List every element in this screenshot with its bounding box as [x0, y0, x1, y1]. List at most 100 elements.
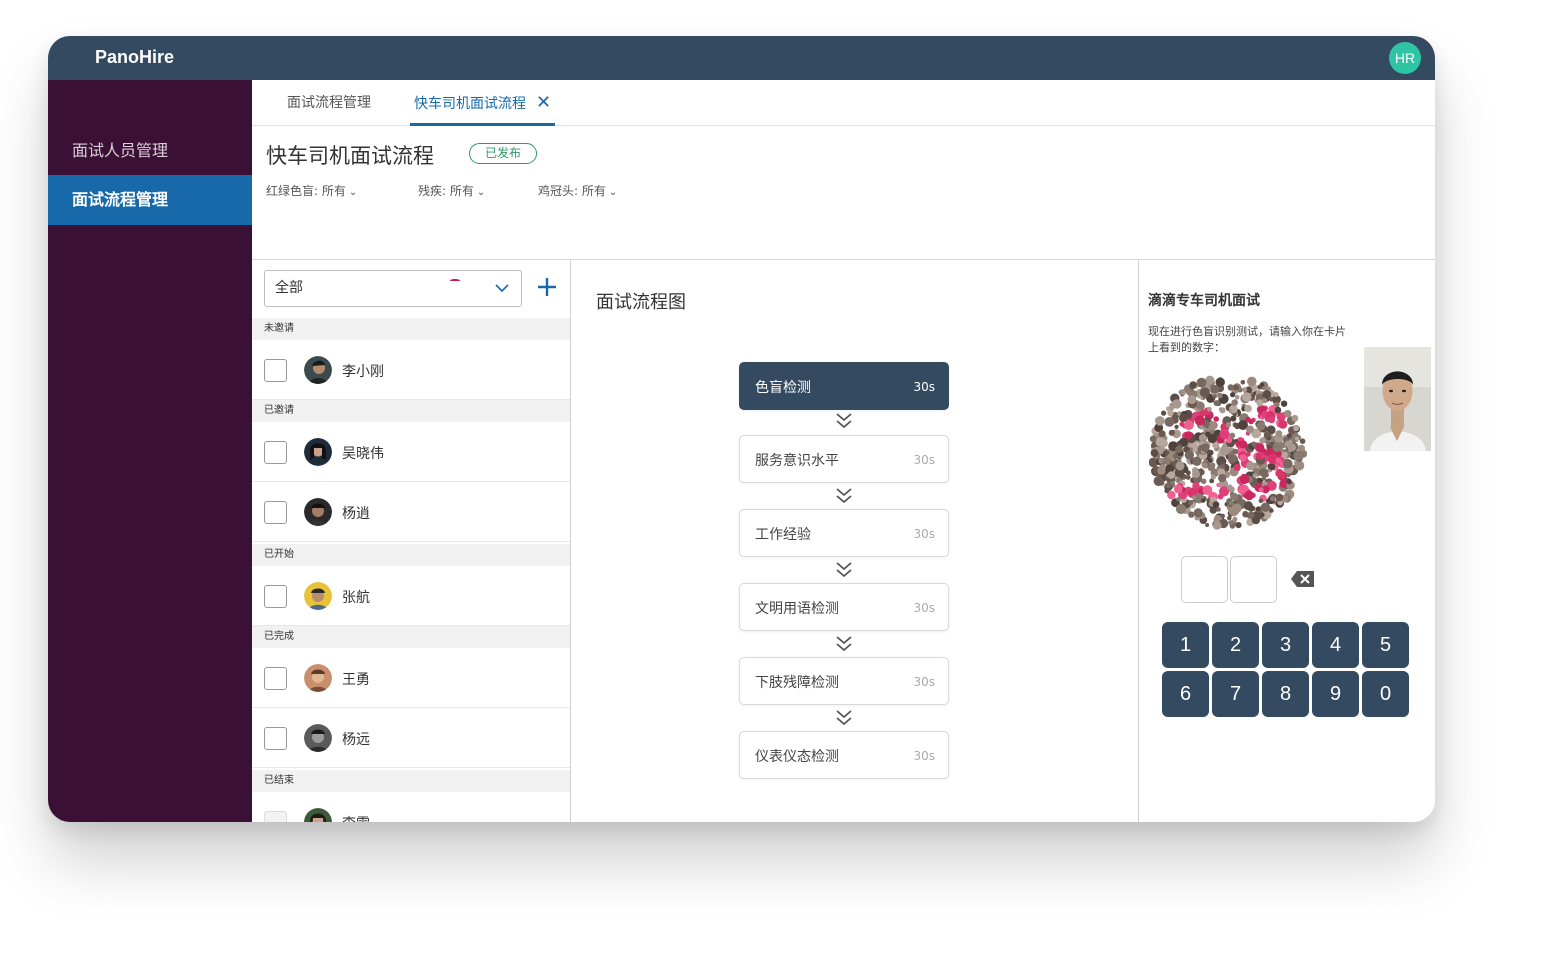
status-filter-select[interactable]: 全部: [264, 270, 522, 307]
status-badge: 已发布: [469, 143, 537, 164]
step-name: 下肢残障检测: [755, 675, 839, 691]
list-item[interactable]: 吴晓伟: [252, 422, 570, 482]
checkbox[interactable]: [264, 727, 287, 750]
tab-label: 面试流程管理: [287, 95, 371, 111]
plate-dot: [1282, 458, 1293, 469]
digit-input[interactable]: [1181, 556, 1228, 603]
digit-input[interactable]: [1230, 556, 1277, 603]
tab-label: 快车司机面试流程: [414, 96, 526, 112]
group-header: 已邀请: [252, 400, 570, 422]
plate-dot: [1179, 413, 1188, 423]
sidebar-item-candidates[interactable]: 面试人员管理: [48, 126, 252, 176]
flow-step[interactable]: 仪表仪态检测 30s: [739, 731, 949, 779]
plate-dot: [1175, 503, 1187, 515]
filter-hairstyle[interactable]: 鸡冠头: 所有 ⌄: [538, 182, 617, 199]
keypad-key-3[interactable]: 3: [1262, 622, 1309, 668]
plate-dot: [1230, 392, 1236, 398]
select-value: 全部: [275, 280, 303, 296]
plate-dot: [1189, 381, 1197, 389]
checkbox[interactable]: [264, 441, 287, 464]
flow-panel: 面试流程图 色盲检测 30s 服务意识水平 30s 工作经验 30s 文明用语检…: [572, 260, 1139, 822]
plate-dot: [1275, 469, 1284, 478]
plate-dot: [1244, 490, 1254, 501]
tab-process-management[interactable]: 面试流程管理: [287, 80, 371, 126]
instruction-line: 现在进行色盲识别测试，请输入你在卡片: [1148, 325, 1346, 338]
list-item[interactable]: 李雪: [252, 792, 570, 822]
flow-step[interactable]: 服务意识水平 30s: [739, 435, 949, 483]
user-avatar[interactable]: HR: [1389, 42, 1421, 74]
plate-dot: [1291, 414, 1299, 422]
keypad-key-8[interactable]: 8: [1262, 671, 1309, 717]
backspace-icon[interactable]: [1290, 570, 1316, 588]
group-header: 已完成: [252, 626, 570, 648]
flow-step[interactable]: 文明用语检测 30s: [739, 583, 949, 631]
plate-dot: [1241, 387, 1248, 393]
keypad-key-2[interactable]: 2: [1212, 622, 1259, 668]
plate-dot: [1174, 424, 1179, 429]
checkbox[interactable]: [264, 359, 287, 382]
plate-dot: [1196, 377, 1207, 388]
plate-dot: [1212, 520, 1222, 530]
plate-dot: [1210, 474, 1216, 480]
plate-dot: [1283, 410, 1292, 418]
plate-dot: [1201, 462, 1208, 469]
filter-disability[interactable]: 残疾: 所有 ⌄: [418, 182, 485, 199]
keypad-key-6[interactable]: 6: [1162, 671, 1209, 717]
flow-step[interactable]: 色盲检测 30s: [739, 362, 949, 410]
plate-dot: [1229, 432, 1236, 439]
filter-label: 红绿色盲: 所有: [266, 184, 346, 198]
plate-dot: [1184, 420, 1194, 431]
keypad-key-5[interactable]: 5: [1362, 622, 1409, 668]
tab-driver-process[interactable]: 快车司机面试流程 ✕: [410, 80, 556, 126]
plate-dot: [1255, 443, 1265, 453]
plate-dot: [1167, 471, 1176, 479]
plate-dot: [1184, 431, 1193, 440]
flow-step[interactable]: 工作经验 30s: [739, 509, 949, 557]
plate-dot: [1158, 430, 1166, 438]
checkbox: [264, 811, 287, 822]
plate-dot: [1161, 410, 1167, 416]
checkbox[interactable]: [264, 501, 287, 524]
list-item[interactable]: 王勇: [252, 648, 570, 708]
keypad-key-4[interactable]: 4: [1312, 622, 1359, 668]
plate-dot: [1227, 454, 1237, 464]
list-item[interactable]: 杨远: [252, 708, 570, 768]
step-name: 文明用语检测: [755, 601, 839, 617]
candidate-name: 杨远: [342, 732, 370, 748]
close-icon[interactable]: ✕: [536, 92, 551, 113]
add-candidate-button[interactable]: [537, 272, 557, 308]
plate-dot: [1210, 462, 1216, 468]
sidebar-item-processes[interactable]: 面试流程管理: [48, 175, 252, 225]
keypad-key-7[interactable]: 7: [1212, 671, 1259, 717]
list-item[interactable]: 张航: [252, 566, 570, 626]
plate-dot: [1193, 508, 1203, 518]
flow-step[interactable]: 下肢残障检测 30s: [739, 657, 949, 705]
main-content: 面试流程管理 快车司机面试流程 ✕ 快车司机面试流程 已发布 红绿色盲: 所有 ⌄ …: [252, 80, 1435, 822]
brand-logo: PanoHire: [95, 47, 175, 67]
plate-dot: [1200, 443, 1210, 453]
keypad-key-9[interactable]: 9: [1312, 671, 1359, 717]
candidate-name: 吴晓伟: [342, 446, 384, 462]
plate-dot: [1165, 482, 1172, 489]
instruction-line: 上看到的数字：: [1148, 341, 1225, 354]
filter-color-blind[interactable]: 红绿色盲: 所有 ⌄: [266, 182, 357, 199]
plate-dot: [1278, 420, 1288, 429]
plate-dot: [1262, 390, 1272, 399]
list-item[interactable]: 杨逍: [252, 482, 570, 542]
plate-dot: [1173, 484, 1183, 494]
plate-dot: [1280, 400, 1288, 407]
checkbox[interactable]: [264, 585, 287, 608]
plate-dot: [1178, 389, 1184, 395]
keypad-key-1[interactable]: 1: [1162, 622, 1209, 668]
step-name: 工作经验: [755, 527, 811, 543]
page-title: 快车司机面试流程: [266, 144, 434, 168]
keypad-key-0[interactable]: 0: [1362, 671, 1409, 717]
list-item[interactable]: 李小刚: [252, 340, 570, 400]
plate-dot: [1270, 496, 1275, 502]
plate-dot: [1188, 511, 1195, 518]
checkbox[interactable]: [264, 667, 287, 690]
step-duration: 30s: [913, 749, 935, 763]
plate-dot: [1233, 463, 1241, 471]
avatar: [304, 438, 332, 466]
plate-dot: [1168, 429, 1175, 436]
